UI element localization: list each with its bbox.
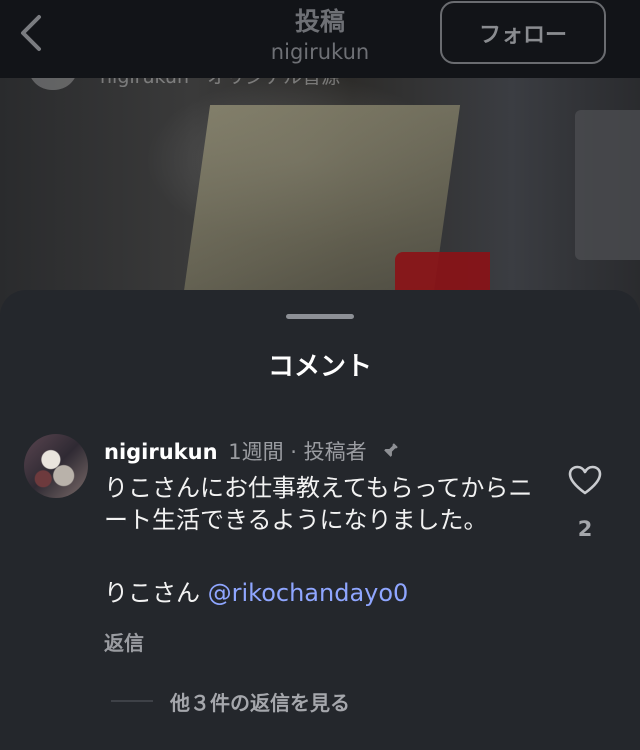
like-button[interactable] [565, 463, 605, 497]
background-object [575, 110, 640, 260]
comment-text-prefix: りこさん [104, 579, 208, 607]
comment-sheet: コメント nigirukun 1週間 · 投稿者 りこさんにお仕事教えてもらって… [0, 290, 640, 750]
avatar[interactable] [24, 434, 88, 498]
view-more-replies-button[interactable]: 他３件の返信を見る [170, 687, 350, 716]
top-header: 投稿 nigirukun フォロー [0, 0, 640, 78]
pin-icon [383, 443, 399, 459]
comment-text-line2: りこさん @rikochandayo0 [104, 577, 408, 609]
comment-header: nigirukun 1週間 · 投稿者 [104, 436, 401, 466]
comment-meta: 1週間 · 投稿者 [228, 440, 367, 464]
follow-button[interactable]: フォロー [440, 1, 606, 64]
like-count: 2 [577, 517, 593, 541]
heart-outline-icon [568, 465, 602, 495]
replies-divider [111, 700, 153, 702]
reply-button[interactable]: 返信 [104, 627, 144, 656]
comment-text: りこさんにお仕事教えてもらってからニート生活できるようになりました。 [104, 474, 533, 534]
sheet-drag-handle[interactable] [286, 314, 354, 319]
comment-username[interactable]: nigirukun [104, 440, 218, 464]
sheet-title: コメント [267, 352, 372, 382]
mention-link[interactable]: @rikochandayo0 [208, 579, 409, 607]
